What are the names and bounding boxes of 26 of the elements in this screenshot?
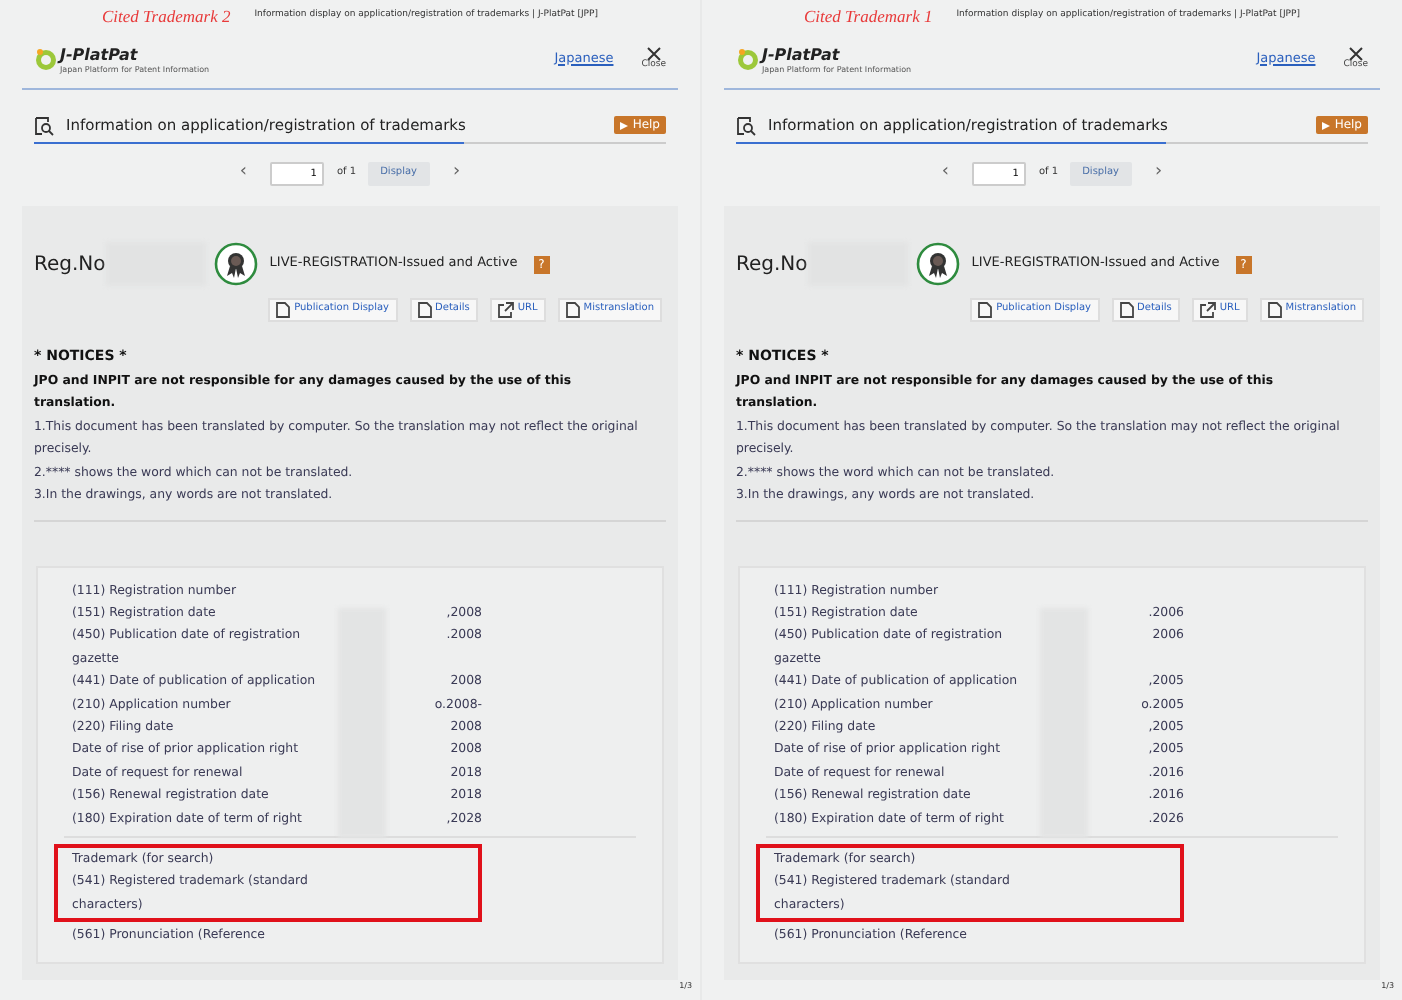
- play-icon: [620, 121, 629, 129]
- external-link-icon: [497, 302, 514, 318]
- previous-button[interactable]: ‹: [941, 160, 949, 188]
- external-link-icon: [1199, 302, 1216, 318]
- previous-button[interactable]: ‹: [239, 160, 247, 188]
- award-icon: [915, 242, 960, 286]
- logo-text: J-PlatPat: [762, 45, 842, 63]
- search-icon: [34, 115, 54, 135]
- document-icon: [1267, 302, 1282, 318]
- award-icon: [213, 242, 258, 286]
- logo-icon: [34, 47, 58, 71]
- document-icon: [417, 302, 432, 318]
- logo-icon: [736, 47, 760, 71]
- next-button[interactable]: ›: [453, 160, 461, 188]
- reg-number-label: Reg.No: [34, 251, 106, 279]
- page-caption: Cited Trademark 1: [804, 4, 933, 30]
- reg-number-label: Reg.No: [736, 251, 808, 279]
- document-icon: [978, 302, 993, 318]
- document-icon: [1119, 302, 1134, 318]
- next-button[interactable]: ›: [1155, 160, 1163, 188]
- document-icon: [565, 302, 580, 318]
- document-icon: [276, 302, 291, 318]
- search-icon: [736, 115, 756, 135]
- play-icon: [1322, 121, 1331, 129]
- page-caption: Cited Trademark 2: [102, 4, 231, 30]
- logo-text: J-PlatPat: [60, 45, 140, 63]
